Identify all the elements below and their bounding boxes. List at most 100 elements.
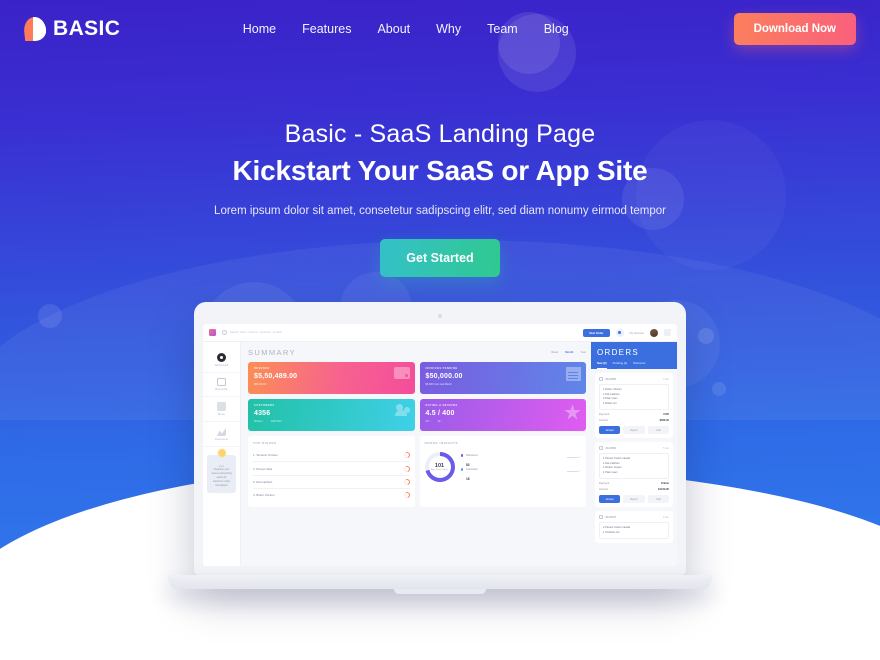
tab-year[interactable]: Year <box>580 351 586 354</box>
nav-item-blog[interactable]: Blog <box>544 22 569 36</box>
kpi-sub-b: 4300 Old ↑ <box>270 419 283 423</box>
orders-header: ORDERS New (6) Pending (3) Delivered <box>591 342 677 369</box>
kpi-value: 4356 <box>254 410 271 417</box>
kpi-sub: 4.6 ↑ 32 ↑ <box>426 420 581 423</box>
donut-chart: 101 Avg. Daily Orders <box>424 452 455 482</box>
order-item: 1 Plain naan <box>603 470 618 474</box>
tab-new[interactable]: New (6) <box>597 362 607 369</box>
kpi-card-revenue[interactable]: REVENUE $5,50,489.00 $50,000.00 ↑ <box>248 362 415 394</box>
amount-value: $1249.00 <box>658 488 669 492</box>
donut-legend: Delivered 83 Canceled 18 <box>460 453 581 481</box>
tab-week[interactable]: Week <box>551 351 558 354</box>
sidebar-promo-card[interactable]: New Organize your menus and pricing easi… <box>207 448 236 494</box>
order-id-text: #124568 <box>605 377 616 381</box>
nav-item-team[interactable]: Team <box>487 22 518 36</box>
kpi-card-invoices[interactable]: INVOICES PENDING $50,000.00 $5,000 From … <box>419 362 586 394</box>
kpi-sub-a: 56 New ↑ <box>254 419 264 423</box>
sidebar-item-customers[interactable]: Customers <box>203 422 240 447</box>
checkbox-icon[interactable] <box>599 515 603 520</box>
accept-button[interactable]: Accept <box>599 495 621 504</box>
order-card[interactable]: #124568 2 min 1 Butter chicken 1 Dal mak… <box>595 373 673 439</box>
order-id: #124569 <box>599 446 616 451</box>
sidebar-item-payments[interactable]: Payments <box>203 373 240 397</box>
search-input[interactable]: Search order, invoice, customer, product <box>230 331 282 334</box>
progress-ring-icon <box>402 451 411 460</box>
kpi-card-grid: REVENUE $5,50,489.00 $50,000.00 ↑ INVOIC… <box>248 362 586 431</box>
list-item[interactable]: 3. Dal makhani <box>253 476 411 490</box>
donut-center-label: Avg. Daily Orders <box>430 469 449 471</box>
list-item[interactable]: 1. Tandoori chicken <box>253 449 411 463</box>
sidebar-item-label: Payments <box>215 388 228 391</box>
dish-name: 1. Tandoori chicken <box>253 453 278 458</box>
order-actions: Accept Reject Call <box>599 495 669 504</box>
document-icon <box>566 367 581 381</box>
nav-item-why[interactable]: Why <box>436 22 461 36</box>
order-id: #124568 <box>599 377 616 381</box>
kpi-sub-a: 4.6 ↑ <box>425 419 431 423</box>
hero-description: Lorem ipsum dolor sit amet, consetetur s… <box>214 205 666 217</box>
decor-circle-8 <box>712 382 726 396</box>
call-button[interactable]: Call <box>647 495 669 504</box>
sidebar-item-menu[interactable]: Menu <box>203 397 240 422</box>
dashboard-topbar: Search order, invoice, customer, product… <box>203 324 677 342</box>
order-time: 2 min <box>663 377 669 381</box>
donut-chart-area: 101 Avg. Daily Orders Delivered 83 Cance… <box>424 449 581 482</box>
payment-value: COD <box>663 413 669 417</box>
order-card[interactable]: #124569 5 min 1 Paneer butter masala 1 D… <box>595 442 673 508</box>
call-button[interactable]: Call <box>647 426 669 435</box>
promo-text: Organize your menus and pricing easily f… <box>211 468 232 487</box>
order-actions: Accept Reject Call <box>599 426 669 435</box>
legend-entry-canceled: Canceled <box>460 467 581 472</box>
kpi-sub: $5,000 From Last Month <box>425 382 452 386</box>
bell-icon[interactable] <box>615 328 624 337</box>
kpi-value: $5,50,489.00 <box>254 373 298 380</box>
avatar[interactable] <box>650 328 658 337</box>
sidebar-item-label: Menu <box>218 413 225 416</box>
nav-item-about[interactable]: About <box>377 22 410 36</box>
order-card[interactable]: #124570 9 min 2 Paneer butter masala 1 T… <box>595 511 673 544</box>
download-now-button[interactable]: Download Now <box>733 13 856 45</box>
legend-value: 18 <box>466 477 470 481</box>
payment-value: Online <box>660 482 669 486</box>
reject-button[interactable]: Reject <box>623 495 645 504</box>
dashboard-search[interactable]: Search order, invoice, customer, product <box>222 330 577 335</box>
checkbox-icon[interactable] <box>599 377 603 381</box>
nav-item-home[interactable]: Home <box>243 22 276 36</box>
legend-label: Canceled <box>466 468 478 471</box>
menu-icon <box>217 402 226 411</box>
get-started-button[interactable]: Get Started <box>380 239 500 277</box>
new-order-button[interactable]: New Order <box>583 328 610 337</box>
nav-item-features[interactable]: Features <box>302 22 351 36</box>
order-card-header: #124569 5 min <box>599 446 669 451</box>
tab-pending[interactable]: Pending (3) <box>613 362 628 369</box>
sidebar-item-dashboard[interactable]: Dashboard <box>203 348 240 373</box>
dashboard-lower-row: TOP DISHES 1. Tandoori chicken 2. Paneer… <box>248 436 586 507</box>
laptop-lid: Search order, invoice, customer, product… <box>194 302 686 575</box>
accept-button[interactable]: Accept <box>599 426 621 435</box>
list-item[interactable]: 4. Butter chicken <box>253 489 411 501</box>
page-stage: BASIC Home Features About Why Team Blog … <box>0 0 880 660</box>
orders-panel: ORDERS New (6) Pending (3) Delivered #12… <box>591 342 677 566</box>
droplet-icon <box>24 17 46 41</box>
account-label[interactable]: My Account <box>630 331 644 335</box>
order-item: 1 Tandoori roti <box>603 530 620 534</box>
reject-button[interactable]: Reject <box>623 426 645 435</box>
kpi-card-rating[interactable]: RATING & REVIEWS 4.5 / 400 4.6 ↑ 32 ↑ <box>419 399 586 431</box>
kpi-label: CUSTOMERS <box>254 404 275 407</box>
list-item[interactable]: 2. Paneer tikka <box>253 462 411 476</box>
checkbox-icon[interactable] <box>599 446 603 451</box>
customers-icon <box>217 427 226 436</box>
grid-icon[interactable] <box>664 329 671 336</box>
tab-month[interactable]: Month <box>565 351 573 354</box>
logo[interactable]: BASIC <box>24 17 120 41</box>
main-nav: Home Features About Why Team Blog <box>203 22 569 36</box>
tab-delivered[interactable]: Delivered <box>633 362 645 369</box>
payment-label: Payment <box>599 482 610 486</box>
amount-label: Amount <box>599 488 608 492</box>
sidebar-item-label: Customers <box>214 438 229 441</box>
kpi-card-customers[interactable]: CUSTOMERS 4356 56 New ↑ 4300 Old ↑ <box>248 399 415 431</box>
order-insights-panel: ORDER INSIGHTS 101 Avg. Daily Orders Del… <box>419 436 586 507</box>
kpi-label: REVENUE <box>254 367 270 370</box>
summary-range-tabs: Week Month Year <box>551 351 586 354</box>
order-time: 9 min <box>663 515 669 519</box>
